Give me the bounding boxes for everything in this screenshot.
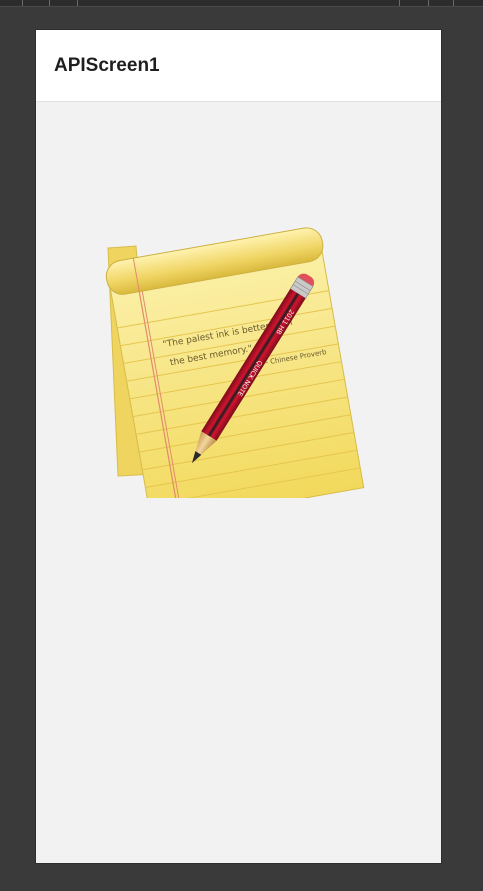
content-area: "The palest ink is better than the best … bbox=[36, 102, 441, 863]
notepad-pencil-image: "The palest ink is better than the best … bbox=[105, 227, 365, 498]
top-ruler bbox=[0, 0, 483, 7]
app-screen: APIScreen1 "The palest ink is better tha… bbox=[36, 30, 441, 863]
app-bar: APIScreen1 bbox=[36, 30, 441, 102]
page-title: APIScreen1 bbox=[54, 54, 160, 76]
notepad-icon: "The palest ink is better than the best … bbox=[105, 227, 365, 498]
